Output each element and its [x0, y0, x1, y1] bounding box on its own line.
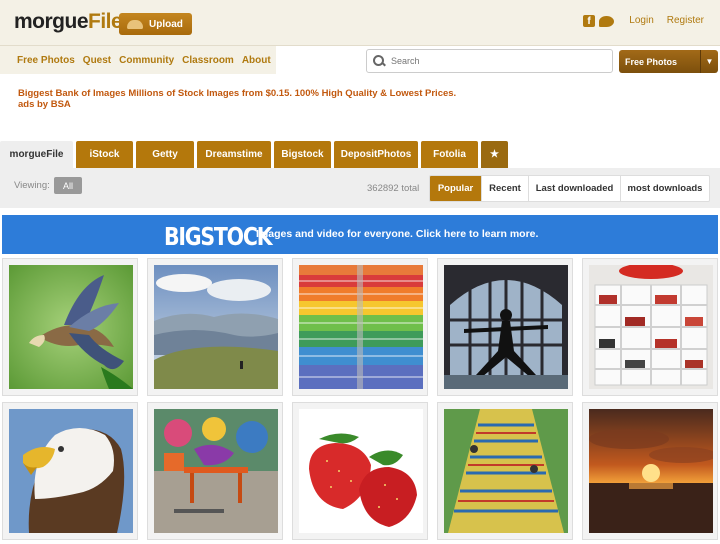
nav-community[interactable]: Community — [119, 55, 174, 66]
sort-last-downloaded[interactable]: Last downloaded — [528, 176, 620, 201]
sort-options: Popular Recent Last downloaded most down… — [429, 175, 710, 202]
photo-card[interactable] — [2, 258, 138, 396]
mountain-photo[interactable] — [154, 265, 278, 389]
twitter-icon[interactable] — [599, 15, 614, 27]
cloud-upload-icon — [127, 19, 143, 29]
sort-most-downloads[interactable]: most downloads — [620, 176, 709, 201]
social-links: f — [583, 15, 614, 27]
dropdown-label: Free Photos — [625, 56, 678, 67]
viewing-label: Viewing: — [14, 180, 50, 191]
photo-card[interactable] — [582, 402, 718, 540]
photo-card[interactable] — [437, 258, 573, 396]
ad-attribution[interactable]: ads by BSA — [18, 99, 456, 110]
photo-card[interactable] — [147, 258, 283, 396]
search-input[interactable] — [391, 56, 591, 66]
tab-fotolia[interactable]: Fotolia — [421, 141, 478, 168]
tab-bigstock[interactable]: Bigstock — [274, 141, 331, 168]
upload-button[interactable]: Upload — [119, 13, 192, 35]
photo-card[interactable] — [582, 258, 718, 396]
photo-card[interactable] — [292, 402, 428, 540]
filter-bar: Viewing: All 362892 total Popular Recent… — [0, 168, 720, 208]
photo-card[interactable] — [2, 402, 138, 540]
nav-about[interactable]: About — [242, 55, 271, 66]
tab-morguefile[interactable]: morgueFile — [0, 141, 73, 168]
logo-main: morgue — [14, 10, 89, 33]
eagle-photo[interactable] — [9, 409, 133, 533]
tab-favorites[interactable]: ★ — [481, 141, 508, 168]
nav-free-photos[interactable]: Free Photos — [17, 55, 75, 66]
register-link[interactable]: Register — [667, 15, 704, 26]
banner-text: Images and video for everyone. Click her… — [256, 228, 539, 240]
nav-quest[interactable]: Quest — [83, 55, 111, 66]
bookshelf-photo[interactable] — [589, 265, 713, 389]
search-icon[interactable] — [372, 54, 386, 68]
upload-label: Upload — [149, 18, 183, 30]
graffiti-cafe-photo[interactable] — [154, 409, 278, 533]
tiled-stairs-photo[interactable] — [444, 409, 568, 533]
free-photos-dropdown[interactable]: Free Photos ▼ — [619, 50, 718, 73]
main-nav: Free Photos Quest Community Classroom Ab… — [0, 46, 276, 74]
site-logo[interactable]: morgueFile — [14, 10, 123, 34]
photo-card[interactable] — [147, 402, 283, 540]
logo-accent: File — [88, 10, 123, 33]
photo-card[interactable] — [292, 258, 428, 396]
sunset-photo[interactable] — [589, 409, 713, 533]
site-header: morgueFile Upload f Login Register — [0, 0, 720, 46]
yoga-window-photo[interactable] — [444, 265, 568, 389]
login-link[interactable]: Login — [629, 15, 653, 26]
search-box — [366, 49, 613, 73]
chevron-down-icon[interactable]: ▼ — [700, 50, 718, 73]
photo-card[interactable] — [437, 402, 573, 540]
tab-getty[interactable]: Getty — [136, 141, 194, 168]
source-tabs: morgueFile iStock Getty Dreamstime Bigst… — [0, 141, 508, 168]
rainbow-stairs-photo[interactable] — [299, 265, 423, 389]
tab-dreamstime[interactable]: Dreamstime — [197, 141, 271, 168]
nav-classroom[interactable]: Classroom — [182, 55, 234, 66]
facebook-icon[interactable]: f — [583, 15, 595, 27]
tab-depositphotos[interactable]: DepositPhotos — [334, 141, 418, 168]
sort-popular[interactable]: Popular — [430, 176, 481, 201]
sort-recent[interactable]: Recent — [481, 176, 528, 201]
ad-text[interactable]: Biggest Bank of Images Millions of Stock… — [18, 88, 456, 99]
strawberries-photo[interactable] — [299, 409, 423, 533]
bird-photo[interactable] — [9, 265, 133, 389]
account-links: Login Register — [629, 15, 704, 26]
filter-all-chip[interactable]: All — [54, 177, 82, 194]
bigstock-banner[interactable]: BIGSTOCK Images and video for everyone. … — [2, 215, 718, 254]
tab-istock[interactable]: iStock — [76, 141, 133, 168]
sponsored-ad[interactable]: Biggest Bank of Images Millions of Stock… — [18, 88, 456, 110]
total-count: 362892 total — [367, 183, 420, 194]
